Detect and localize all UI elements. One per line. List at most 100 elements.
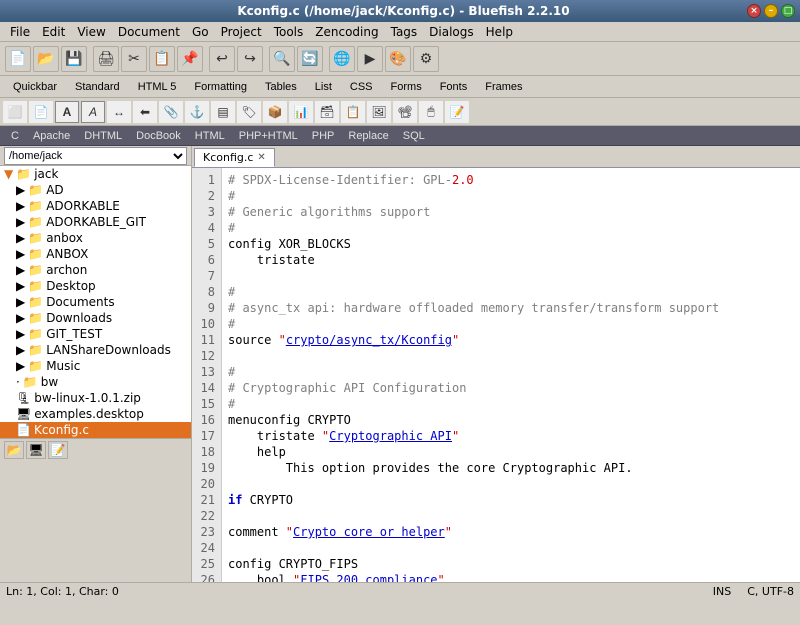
tb2-tables[interactable]: Tables: [256, 79, 306, 95]
tb2-standard[interactable]: Standard: [66, 79, 129, 95]
ftb-folder-button[interactable]: 📂: [4, 441, 24, 459]
tb3-btn8[interactable]: ⚓: [185, 101, 209, 123]
menu-document[interactable]: Document: [112, 23, 186, 41]
folder-icon: 📁: [28, 327, 43, 341]
arrow-icon: ▶: [16, 183, 25, 197]
tb2-fonts[interactable]: Fonts: [431, 79, 477, 95]
lang-c[interactable]: C: [4, 128, 26, 144]
ftb-file-button[interactable]: 📝: [48, 441, 68, 459]
tree-item-examples-desktop[interactable]: 🖥 examples.desktop: [0, 406, 191, 422]
tb3-btn4[interactable]: A: [81, 101, 105, 123]
arrow-icon: ▶: [16, 327, 25, 341]
tree-item-bw[interactable]: · 📁 bw: [0, 374, 191, 390]
print-button[interactable]: 🖨: [93, 46, 119, 72]
tb2-formatting[interactable]: Formatting: [185, 79, 256, 95]
open-button[interactable]: 📂: [33, 46, 59, 72]
tree-item-label: AD: [46, 183, 63, 197]
lang-apache[interactable]: Apache: [26, 128, 77, 144]
menu-dialogs[interactable]: Dialogs: [423, 23, 479, 41]
tb3-btn3[interactable]: A: [55, 101, 79, 123]
menu-file[interactable]: File: [4, 23, 36, 41]
code-container[interactable]: 12345 678910 1112131415 1617181920 21222…: [192, 168, 800, 582]
undo-button[interactable]: ↩: [209, 46, 235, 72]
tb3-btn18[interactable]: 📝: [445, 101, 469, 123]
tree-item-music[interactable]: ▶ 📁 Music: [0, 358, 191, 374]
lang-php[interactable]: PHP: [305, 128, 342, 144]
copy-button[interactable]: 📋: [149, 46, 175, 72]
tb3-btn10[interactable]: 🏷: [237, 101, 261, 123]
tree-item-adorkable-git[interactable]: ▶ 📁 ADORKABLE_GIT: [0, 214, 191, 230]
save-button[interactable]: 💾: [61, 46, 87, 72]
tree-item-documents[interactable]: ▶ 📁 Documents: [0, 294, 191, 310]
tree-item-desktop[interactable]: ▶ 📁 Desktop: [0, 278, 191, 294]
maximize-button[interactable]: □: [781, 4, 795, 18]
tb2-html5[interactable]: HTML 5: [129, 79, 186, 95]
tb3-btn2[interactable]: 📄: [29, 101, 53, 123]
find-button[interactable]: 🔍: [269, 46, 295, 72]
close-button[interactable]: ×: [747, 4, 761, 18]
tree-item-adorkable[interactable]: ▶ 📁 ADORKABLE: [0, 198, 191, 214]
tb3-btn5[interactable]: ↔: [107, 101, 131, 123]
menu-go[interactable]: Go: [186, 23, 215, 41]
minimize-button[interactable]: –: [764, 4, 778, 18]
cut-button[interactable]: ✂: [121, 46, 147, 72]
new-button[interactable]: 📄: [5, 46, 31, 72]
replace-button[interactable]: 🔄: [297, 46, 323, 72]
menu-tools[interactable]: Tools: [268, 23, 310, 41]
tb3-btn17[interactable]: 🖱: [419, 101, 443, 123]
preview-button[interactable]: ▶: [357, 46, 383, 72]
menu-help[interactable]: Help: [480, 23, 519, 41]
tb2-quickbar[interactable]: Quickbar: [4, 79, 66, 95]
tab-kconfig[interactable]: Kconfig.c ✕: [194, 148, 275, 167]
tree-item-bw-zip[interactable]: 🗜 bw-linux-1.0.1.zip: [0, 390, 191, 406]
toolbar3: ⬜ 📄 A A ↔ ⬅ 📎 ⚓ ▤ 🏷 📦 📊 🗃 📋 🖼 📽 🖱 📝: [0, 98, 800, 126]
tb2-forms[interactable]: Forms: [382, 79, 431, 95]
lang-replace[interactable]: Replace: [341, 128, 395, 144]
redo-button[interactable]: ↪: [237, 46, 263, 72]
tb3-btn14[interactable]: 📋: [341, 101, 365, 123]
arrow-icon: ▶: [16, 199, 25, 213]
tree-item-label: bw: [41, 375, 58, 389]
tb2-frames[interactable]: Frames: [476, 79, 531, 95]
lang-sql[interactable]: SQL: [396, 128, 432, 144]
lang-phphtml[interactable]: PHP+HTML: [232, 128, 305, 144]
lang-docbook[interactable]: DocBook: [129, 128, 188, 144]
menu-project[interactable]: Project: [215, 23, 268, 41]
tb3-btn7[interactable]: 📎: [159, 101, 183, 123]
lang-dhtml[interactable]: DHTML: [77, 128, 129, 144]
tb3-btn15[interactable]: 🖼: [367, 101, 391, 123]
menu-tags[interactable]: Tags: [385, 23, 424, 41]
tb3-btn13[interactable]: 🗃: [315, 101, 339, 123]
ftb-computer-button[interactable]: 🖥: [26, 441, 46, 459]
color-button[interactable]: 🎨: [385, 46, 411, 72]
tree-item-git-test[interactable]: ▶ 📁 GIT_TEST: [0, 326, 191, 342]
tab-close-button[interactable]: ✕: [257, 152, 265, 163]
tree-item-jack[interactable]: ▼ 📁 jack: [0, 166, 191, 182]
tb2-css[interactable]: CSS: [341, 79, 382, 95]
tb3-btn9[interactable]: ▤: [211, 101, 235, 123]
path-selector[interactable]: /home/jack: [4, 147, 187, 165]
folder-icon: 📁: [28, 263, 43, 277]
tb3-btn12[interactable]: 📊: [289, 101, 313, 123]
tree-item-kconfig[interactable]: 📄 Kconfig.c: [0, 422, 191, 438]
tb3-btn1[interactable]: ⬜: [3, 101, 27, 123]
tb3-btn16[interactable]: 📽: [393, 101, 417, 123]
menu-edit[interactable]: Edit: [36, 23, 71, 41]
tb2-list[interactable]: List: [306, 79, 341, 95]
folder-icon: 📁: [28, 183, 43, 197]
tb3-btn6[interactable]: ⬅: [133, 101, 157, 123]
menu-zencoding[interactable]: Zencoding: [309, 23, 384, 41]
settings-button[interactable]: ⚙: [413, 46, 439, 72]
menu-view[interactable]: View: [71, 23, 111, 41]
tree-item-ad[interactable]: ▶ 📁 AD: [0, 182, 191, 198]
ftp-button[interactable]: 🌐: [329, 46, 355, 72]
tb3-btn11[interactable]: 📦: [263, 101, 287, 123]
paste-button[interactable]: 📌: [177, 46, 203, 72]
code-editor[interactable]: # SPDX-License-Identifier: GPL-2.0 # # G…: [222, 168, 800, 582]
tree-item-anbox-upper[interactable]: ▶ 📁 ANBOX: [0, 246, 191, 262]
lang-html[interactable]: HTML: [188, 128, 232, 144]
tree-item-lanshare[interactable]: ▶ 📁 LANShareDownloads: [0, 342, 191, 358]
tree-item-anbox[interactable]: ▶ 📁 anbox: [0, 230, 191, 246]
tree-item-archon[interactable]: ▶ 📁 archon: [0, 262, 191, 278]
tree-item-downloads[interactable]: ▶ 📁 Downloads: [0, 310, 191, 326]
